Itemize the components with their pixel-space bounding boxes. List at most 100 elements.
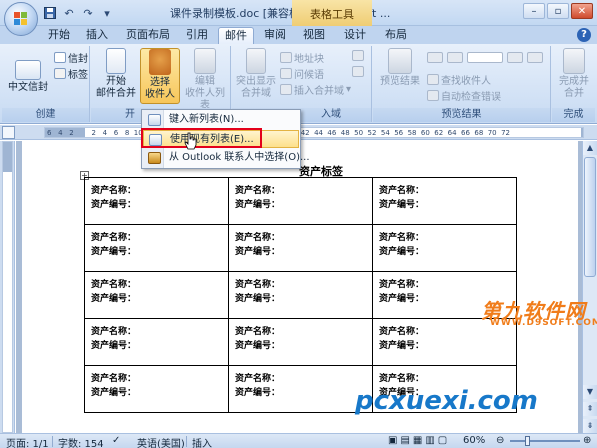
table-cell[interactable]: 资产名称： 资产编号： [228, 177, 373, 225]
menu-item-outlook-contacts[interactable]: 从 Outlook 联系人中选择(O)... [143, 149, 310, 167]
minimize-button[interactable]: – [523, 3, 545, 19]
mail-merge-icon [106, 48, 126, 74]
table-row: 资产名称： 资产编号： 资产名称： 资产编号： 资产名称： 资产编号： [84, 271, 517, 319]
redo-icon[interactable]: ↷ [80, 5, 96, 21]
tab-design[interactable]: 设计 [337, 27, 373, 44]
word-count[interactable]: 字数: 154 [58, 435, 104, 448]
zoom-out-icon[interactable]: ⊖ [496, 435, 504, 446]
zoom-level[interactable]: 60% [463, 435, 485, 446]
horizontal-ruler[interactable]: 6 4 2 2 4 6 8 10 12 36 38 40 42 44 46 48… [44, 127, 584, 138]
group-finish: 完成并 合并 完成 [552, 46, 595, 122]
previous-record-icon[interactable] [447, 52, 463, 63]
table-cell[interactable]: 资产名称： 资产编号： [84, 271, 229, 319]
asset-label-table[interactable]: 资产名称： 资产编号： 资产名称： 资产编号： 资产名称： 资产编号： 资产名称： 资产编号：… [84, 177, 517, 413]
page-count[interactable]: 页面: 1/1 [6, 435, 49, 448]
zoom-in-icon[interactable]: ⊕ [583, 435, 591, 446]
auto-check-errors-label: 自动检查错误 [441, 92, 501, 103]
table-cell[interactable]: 资产名称： 资产编号： [372, 177, 517, 225]
menu-item-type-new-list-label: 键入新列表(N)... [169, 114, 244, 125]
record-number-input[interactable] [467, 52, 503, 63]
table-cell[interactable]: 资产名称： 资产编号： [84, 365, 229, 413]
customize-qat-icon[interactable]: ▾ [99, 5, 115, 21]
table-cell[interactable]: 资产名称： 资产编号： [228, 365, 373, 413]
asset-name-label: 资产名称： [235, 327, 281, 337]
table-cell[interactable]: 资产名称： 资产编号： [84, 224, 229, 272]
table-cell[interactable]: 资产名称： 资产编号： [228, 318, 373, 366]
greeting-line-button[interactable]: 问候语 [280, 66, 324, 81]
previous-page-icon[interactable]: ⇞ [583, 402, 597, 416]
tab-view[interactable]: 视图 [296, 27, 332, 44]
asset-name-label: 资产名称： [235, 280, 281, 290]
menu-item-type-new-list[interactable]: 键入新列表(N)... [143, 111, 299, 129]
preview-results-label: 预览结果 [380, 76, 420, 87]
recipients-icon [149, 49, 171, 75]
asset-name-label: 资产名称： [235, 233, 281, 243]
preview-results-button[interactable]: 预览结果 [377, 48, 423, 104]
asset-number-label: 资产编号： [91, 247, 137, 257]
highlight-merge-fields-label: 突出显示 合并域 [236, 76, 276, 99]
address-block-button[interactable]: 地址块 [280, 50, 324, 65]
proofing-icon[interactable]: ✓ [112, 435, 120, 446]
scroll-down-icon[interactable]: ▼ [583, 385, 597, 399]
label-button[interactable]: 标签 [54, 66, 88, 81]
asset-number-label: 资产编号： [91, 388, 137, 398]
group-finish-label: 完成 [552, 108, 595, 122]
envelope-icon [15, 60, 41, 80]
table-cell[interactable]: 资产名称： 资产编号： [84, 318, 229, 366]
table-cell[interactable]: 资产名称： 资产编号： [372, 224, 517, 272]
help-icon[interactable]: ? [577, 28, 591, 42]
vertical-scrollbar[interactable]: ▲ ▼ ⇞ ⇟ [582, 141, 597, 433]
asset-number-label: 资产编号： [235, 341, 281, 351]
asset-number-label: 资产编号： [235, 200, 281, 210]
tab-references[interactable]: 引用 [180, 27, 214, 44]
start-mail-merge-label: 开始 邮件合并 [96, 76, 136, 99]
start-mail-merge-button[interactable]: 开始 邮件合并 [93, 48, 139, 104]
envelope-button[interactable]: 信封 [54, 50, 88, 65]
table-cell[interactable]: 资产名称： 资产编号： [228, 224, 373, 272]
next-record-icon[interactable] [507, 52, 523, 63]
tab-home[interactable]: 开始 [42, 27, 76, 44]
tab-insert[interactable]: 插入 [80, 27, 114, 44]
red-highlight-box [141, 128, 262, 148]
save-icon[interactable] [42, 5, 58, 21]
finish-merge-button[interactable]: 完成并 合并 [553, 48, 595, 104]
tab-layout[interactable]: 布局 [378, 27, 414, 44]
undo-icon[interactable]: ↶ [61, 5, 77, 21]
edit-recipient-list-label: 编辑 收件人列表 [185, 76, 225, 111]
match-fields-button[interactable] [352, 66, 364, 77]
table-cell[interactable]: 资产名称： 资产编号： [84, 177, 229, 225]
ribbon-tabs: 开始 插入 页面布局 引用 邮件 审阅 视图 设计 布局 ? [0, 26, 597, 44]
select-recipients-label: 选择 收件人 [145, 77, 175, 100]
insert-merge-field-button[interactable]: 插入合并域 ▾ [280, 82, 351, 97]
scroll-up-icon[interactable]: ▲ [583, 141, 597, 155]
preview-icon [388, 48, 412, 74]
first-record-icon[interactable] [427, 52, 443, 63]
find-recipient-button[interactable]: 查找收件人 [427, 72, 491, 87]
highlight-merge-fields-button[interactable]: 突出显示 合并域 [234, 48, 278, 104]
last-record-icon[interactable] [527, 52, 543, 63]
maximize-button[interactable]: ▫ [547, 3, 569, 19]
auto-check-errors-button[interactable]: 自动检查错误 [427, 88, 501, 103]
tab-page-layout[interactable]: 页面布局 [120, 27, 176, 44]
next-page-icon[interactable]: ⇟ [583, 419, 597, 433]
title-bar: ↶ ↷ ▾ 课件录制模板.doc [兼容模式] - Microsoft ... … [0, 0, 597, 36]
office-button[interactable] [4, 2, 38, 36]
vertical-ruler[interactable] [2, 141, 13, 433]
close-button[interactable]: ✕ [571, 3, 593, 19]
asset-name-label: 资产名称： [235, 374, 281, 384]
insert-mode-status[interactable]: 插入 [192, 435, 212, 448]
tab-review[interactable]: 审阅 [258, 27, 292, 44]
zoom-slider-knob[interactable] [525, 436, 530, 446]
tab-selector-icon[interactable] [2, 126, 15, 139]
rules-button[interactable] [352, 50, 364, 61]
scroll-thumb[interactable] [584, 157, 596, 277]
table-cell[interactable]: 资产名称： 资产编号： [228, 271, 373, 319]
match-fields-icon [352, 66, 364, 77]
tab-mailings[interactable]: 邮件 [218, 27, 254, 44]
select-recipients-button[interactable]: 选择 收件人 [140, 48, 180, 104]
edit-recipient-list-button[interactable]: 编辑 收件人列表 [181, 48, 229, 111]
zoom-slider[interactable] [510, 440, 580, 442]
rules-icon [352, 50, 364, 61]
language-status[interactable]: 英语(美国) [137, 435, 185, 448]
view-buttons[interactable]: ▣▤▦▥▢ [388, 435, 450, 446]
